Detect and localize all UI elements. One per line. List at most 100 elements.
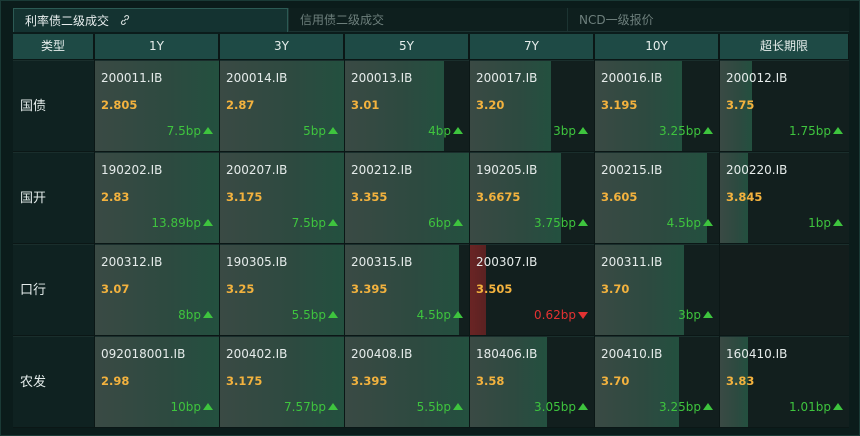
triangle-up-icon [453, 127, 463, 134]
tab-bar: 利率债二级成交 信用债二级成交 NCD一级报价 [13, 8, 849, 32]
bond-code: 190305.IB [226, 255, 288, 269]
bond-cell[interactable]: 200012.IB 3.75 1.75bp [720, 60, 849, 151]
bp-change: 3bp [553, 124, 588, 138]
bond-code: 092018001.IB [101, 347, 186, 361]
bond-code: 200215.IB [601, 163, 663, 177]
bond-cell[interactable]: 200207.IB 3.175 7.5bp [220, 152, 344, 243]
triangle-up-icon [328, 403, 338, 410]
bp-change: 1.75bp [789, 124, 843, 138]
header-7y: 7Y [470, 34, 594, 59]
bp-change-value: 3.05bp [534, 400, 576, 414]
bond-cell-empty [720, 244, 849, 335]
bp-change: 1.01bp [789, 400, 843, 414]
header-5y: 5Y [345, 34, 469, 59]
triangle-up-icon [703, 219, 713, 226]
bp-change: 4.5bp [417, 308, 463, 322]
bond-yield: 3.845 [726, 190, 763, 204]
bond-cell[interactable]: 200307.IB 3.505 0.62bp [470, 244, 594, 335]
bond-cell[interactable]: 200215.IB 3.605 4.5bp [595, 152, 719, 243]
bond-code: 200312.IB [101, 255, 163, 269]
triangle-up-icon [833, 127, 843, 134]
bp-change-value: 4bp [428, 124, 451, 138]
tab-rate-bond-secondary[interactable]: 利率债二级成交 [13, 8, 288, 32]
header-3y: 3Y [220, 34, 344, 59]
row-label: 农发 [13, 336, 94, 427]
bp-change-value: 5bp [303, 124, 326, 138]
bp-change: 3.05bp [534, 400, 588, 414]
bp-change-value: 8bp [178, 308, 201, 322]
bp-change-value: 13.89bp [151, 216, 201, 230]
bp-change: 4bp [428, 124, 463, 138]
bond-cell[interactable]: 200311.IB 3.70 3bp [595, 244, 719, 335]
bp-change-value: 3bp [678, 308, 701, 322]
bond-cell[interactable]: 200011.IB 2.805 7.5bp [95, 60, 219, 151]
header-type: 类型 [13, 34, 94, 59]
bond-cell[interactable]: 200408.IB 3.395 5.5bp [345, 336, 469, 427]
bp-change: 3.25bp [659, 124, 713, 138]
triangle-up-icon [453, 219, 463, 226]
bond-yield: 3.175 [226, 374, 263, 388]
bp-change: 5.5bp [417, 400, 463, 414]
bond-yield: 3.83 [726, 374, 755, 388]
bp-change: 6bp [428, 216, 463, 230]
bp-change-value: 3.25bp [659, 400, 701, 414]
bond-cell[interactable]: 200312.IB 3.07 8bp [95, 244, 219, 335]
triangle-up-icon [833, 403, 843, 410]
tab-ncd-primary-quote[interactable]: NCD一级报价 [567, 8, 849, 32]
bp-change-value: 6bp [428, 216, 451, 230]
bp-change-value: 5.5bp [416, 400, 451, 414]
bp-change: 4.5bp [667, 216, 713, 230]
bond-code: 200220.IB [726, 163, 788, 177]
yield-grid: 类型 1Y 3Y 5Y 7Y 10Y 超长期限 国债 200011.IB 2.805 7.5bp 20… [13, 34, 849, 428]
header-ultra-long: 超长期限 [720, 34, 849, 59]
bond-cell[interactable]: 200315.IB 3.395 4.5bp [345, 244, 469, 335]
bp-change: 5bp [303, 124, 338, 138]
bond-cell[interactable]: 200402.IB 3.175 7.57bp [220, 336, 344, 427]
bp-change: 7.57bp [284, 400, 338, 414]
bond-cell[interactable]: 180406.IB 3.58 3.05bp [470, 336, 594, 427]
link-icon[interactable] [119, 14, 131, 26]
bond-cell[interactable]: 200014.IB 2.87 5bp [220, 60, 344, 151]
bp-change: 3.75bp [534, 216, 588, 230]
bond-code: 200402.IB [226, 347, 288, 361]
bp-change: 7.5bp [292, 216, 338, 230]
bond-yield: 2.98 [101, 374, 130, 388]
tab-label: 信用债二级成交 [300, 13, 385, 27]
triangle-up-icon [703, 403, 713, 410]
bond-code: 200011.IB [101, 71, 163, 85]
bond-cell[interactable]: 190202.IB 2.83 13.89bp [95, 152, 219, 243]
bp-change: 8bp [178, 308, 213, 322]
bond-cell[interactable]: 200017.IB 3.20 3bp [470, 60, 594, 151]
bond-code: 200013.IB [351, 71, 413, 85]
bond-cell[interactable]: 200013.IB 3.01 4bp [345, 60, 469, 151]
bond-cell[interactable]: 200220.IB 3.845 1bp [720, 152, 849, 243]
bond-cell[interactable]: 190205.IB 3.6675 3.75bp [470, 152, 594, 243]
bond-cell[interactable]: 200410.IB 3.70 3.25bp [595, 336, 719, 427]
bond-code: 200014.IB [226, 71, 288, 85]
bond-cell[interactable]: 200016.IB 3.195 3.25bp [595, 60, 719, 151]
triangle-up-icon [703, 311, 713, 318]
header-10y: 10Y [595, 34, 719, 59]
tab-credit-bond-secondary[interactable]: 信用债二级成交 [288, 8, 567, 32]
bp-change: 5.5bp [292, 308, 338, 322]
bp-change: 1bp [808, 216, 843, 230]
bond-cell[interactable]: 092018001.IB 2.98 10bp [95, 336, 219, 427]
bond-code: 160410.IB [726, 347, 788, 361]
bond-yield: 3.175 [226, 190, 263, 204]
bond-cell[interactable]: 160410.IB 3.83 1.01bp [720, 336, 849, 427]
bond-yield: 3.605 [601, 190, 638, 204]
bond-cell[interactable]: 190305.IB 3.25 5.5bp [220, 244, 344, 335]
bp-change-value: 3.75bp [534, 216, 576, 230]
bp-change-value: 3.25bp [659, 124, 701, 138]
bp-change-value: 7.57bp [284, 400, 326, 414]
triangle-up-icon [578, 403, 588, 410]
bp-change: 7.5bp [167, 124, 213, 138]
bond-yield: 3.20 [476, 98, 505, 112]
triangle-down-icon [578, 312, 588, 319]
bond-code: 190202.IB [101, 163, 163, 177]
bond-cell[interactable]: 200212.IB 3.355 6bp [345, 152, 469, 243]
bond-code: 200307.IB [476, 255, 538, 269]
triangle-up-icon [203, 219, 213, 226]
bp-change-value: 1.75bp [789, 124, 831, 138]
row-label: 国债 [13, 60, 94, 151]
